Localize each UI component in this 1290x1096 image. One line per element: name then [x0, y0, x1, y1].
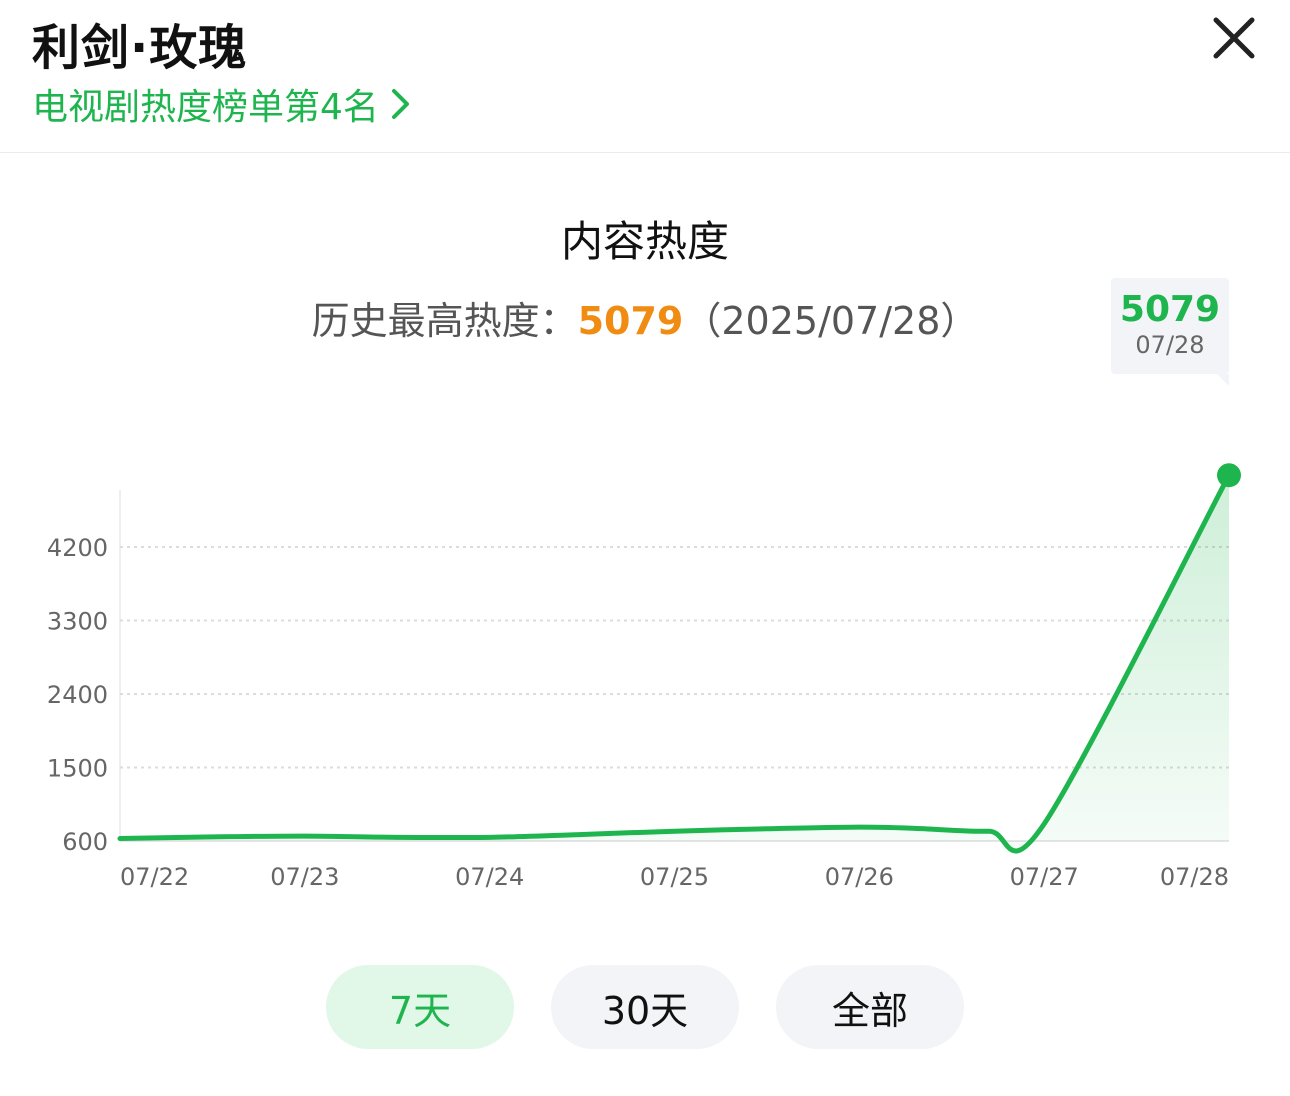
x-tick-label: 07/26 — [825, 863, 894, 891]
y-tick-label: 1500 — [47, 755, 108, 783]
y-tick-label: 3300 — [47, 608, 108, 636]
heat-line — [117, 472, 1232, 854]
y-tick-label: 4200 — [47, 534, 108, 562]
tooltip-value: 5079 — [1119, 289, 1221, 330]
x-tick-label: 07/25 — [640, 863, 709, 891]
x-tick-label: 07/22 — [120, 863, 189, 891]
x-tick-label: 07/28 — [1160, 863, 1229, 891]
last-point-marker — [1217, 463, 1241, 488]
x-tick-label: 07/27 — [1010, 863, 1079, 891]
x-tick-label: 07/24 — [455, 863, 524, 891]
range-button-2[interactable]: 全部 — [776, 965, 964, 1049]
chart-tooltip: 5079 07/28 — [1111, 278, 1229, 386]
heat-chart: 600 1500 2400 3300 4200 07/22 07/23 07/24 07/25 0… — [47, 463, 1241, 891]
range-button-1[interactable]: 30天 — [551, 965, 739, 1049]
x-tick-label: 07/23 — [270, 863, 339, 891]
range-selector: 7天 30天 全部 — [0, 965, 1290, 1049]
range-button-0[interactable]: 7天 — [326, 965, 514, 1049]
y-tick-label: 2400 — [47, 681, 108, 709]
tooltip-date: 07/28 — [1135, 331, 1205, 359]
y-tick-label: 600 — [62, 828, 108, 856]
